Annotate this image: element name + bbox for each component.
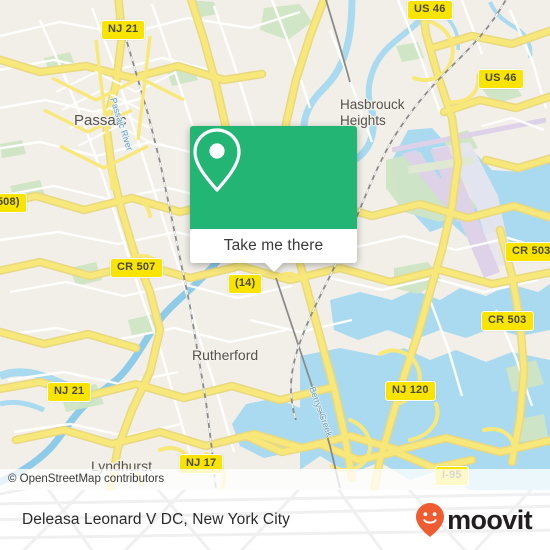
moovit-smiley-pin-icon <box>416 503 445 537</box>
footer-bar: Deleasa Leonard V DC, New York City moov… <box>0 490 550 550</box>
page-title: Deleasa Leonard V DC, New York City <box>22 511 290 528</box>
take-me-there-button[interactable]: Take me there <box>190 229 357 272</box>
map-callout-card[interactable]: Take me there <box>190 126 357 272</box>
take-me-there-label: Take me there <box>223 237 324 254</box>
location-pin-icon <box>193 128 241 192</box>
moovit-logo[interactable]: moovit <box>415 502 533 538</box>
moovit-wordmark: moovit <box>447 504 533 535</box>
callout-tail <box>264 263 283 272</box>
map-canvas[interactable]: Passaic Hasbrouck Heights Rutherford Lyn… <box>0 0 550 490</box>
map-screenshot-root: Passaic Hasbrouck Heights Rutherford Lyn… <box>0 0 550 550</box>
callout-pin-panel <box>190 126 357 229</box>
osm-attribution[interactable]: © OpenStreetMap contributors <box>0 469 550 490</box>
